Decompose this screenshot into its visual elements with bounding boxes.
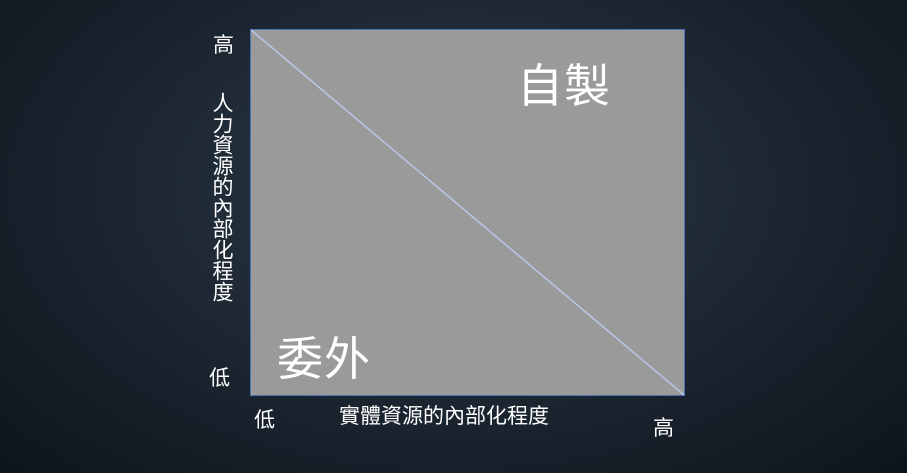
y-axis-title: 人力資源的內部化程度 [210, 92, 234, 302]
make-label: 自製 [517, 59, 611, 113]
y-axis-high-label: 高 [213, 33, 234, 57]
outsource-label: 委外 [277, 332, 371, 386]
x-axis-high-label: 高 [653, 416, 674, 440]
slide: 自製 委外 高 人力資源的內部化程度 低 低 實體資源的內部化程度 高 [0, 0, 907, 473]
x-axis-low-label: 低 [254, 408, 275, 432]
y-axis-low-label: 低 [209, 366, 230, 390]
x-axis-title: 實體資源的內部化程度 [339, 404, 549, 428]
